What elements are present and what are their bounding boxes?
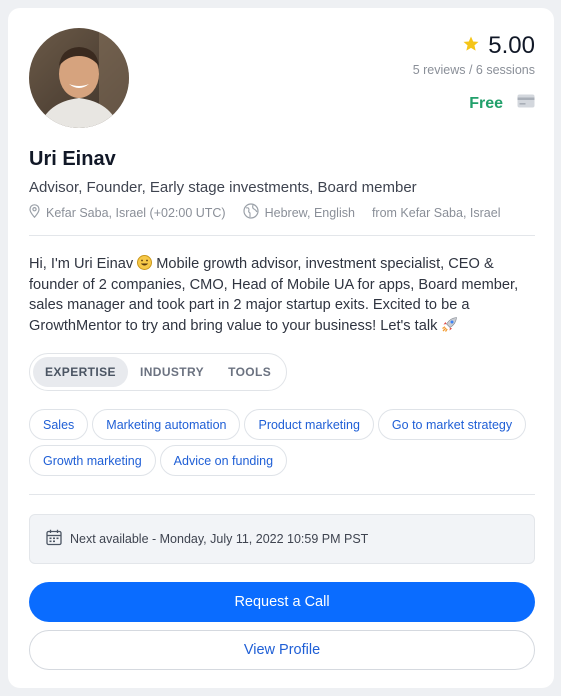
expertise-chips: Sales Marketing automation Product marke… — [29, 409, 539, 476]
tab-tools[interactable]: TOOLS — [216, 357, 283, 387]
globe-icon — [243, 203, 259, 222]
chip-marketing-automation[interactable]: Marketing automation — [92, 409, 241, 440]
price: Free — [469, 94, 535, 113]
mentor-meta: Kefar Saba, Israel (+02:00 UTC) Hebrew, … — [29, 203, 500, 222]
chip-advice-on-funding[interactable]: Advice on funding — [159, 445, 288, 476]
origin-text: from Kefar Saba, Israel — [371, 205, 501, 220]
avatar[interactable] — [29, 28, 129, 128]
chip-go-to-market-strategy[interactable]: Go to market strategy — [377, 409, 527, 440]
chip-product-marketing[interactable]: Product marketing — [244, 409, 374, 440]
chip-sales[interactable]: Sales — [29, 409, 89, 440]
languages-text: Hebrew, English — [264, 205, 355, 220]
credit-card-icon — [517, 94, 535, 113]
request-call-button[interactable]: Request a Call — [29, 582, 535, 622]
divider — [29, 235, 535, 236]
star-icon — [462, 35, 480, 58]
rating-value: 5.00 — [488, 32, 535, 59]
chip-growth-marketing[interactable]: Growth marketing — [29, 445, 156, 476]
mentor-name[interactable]: Uri Einav — [29, 148, 116, 171]
rocket-emoji — [441, 316, 458, 334]
view-profile-button[interactable]: View Profile — [29, 630, 535, 670]
mentor-title: Advisor, Founder, Early stage investment… — [29, 179, 417, 196]
bio-text-start: Hi, I'm Uri Einav — [29, 256, 138, 272]
availability-box: Next available - Monday, July 11, 2022 1… — [29, 514, 535, 564]
availability-text: Next available - Monday, July 11, 2022 1… — [70, 532, 369, 546]
calendar-icon — [46, 529, 62, 549]
divider — [29, 494, 535, 495]
tab-industry[interactable]: INDUSTRY — [128, 357, 216, 387]
grinning-face-emoji — [137, 255, 153, 270]
location-text: Kefar Saba, Israel (+02:00 UTC) — [46, 205, 226, 220]
price-label: Free — [469, 94, 503, 112]
reviews-count: 5 reviews / 6 sessions — [412, 63, 535, 77]
mentor-bio: Hi, I'm Uri Einav Mobile growth advisor,… — [29, 254, 537, 336]
profile-tabs: EXPERTISE INDUSTRY TOOLS — [29, 353, 288, 391]
tab-expertise[interactable]: EXPERTISE — [33, 357, 128, 387]
rating: 5.00 — [462, 32, 535, 60]
mentor-card: 5.00 5 reviews / 6 sessions Free Uri Ein… — [8, 8, 554, 688]
location-pin-icon — [29, 204, 40, 221]
